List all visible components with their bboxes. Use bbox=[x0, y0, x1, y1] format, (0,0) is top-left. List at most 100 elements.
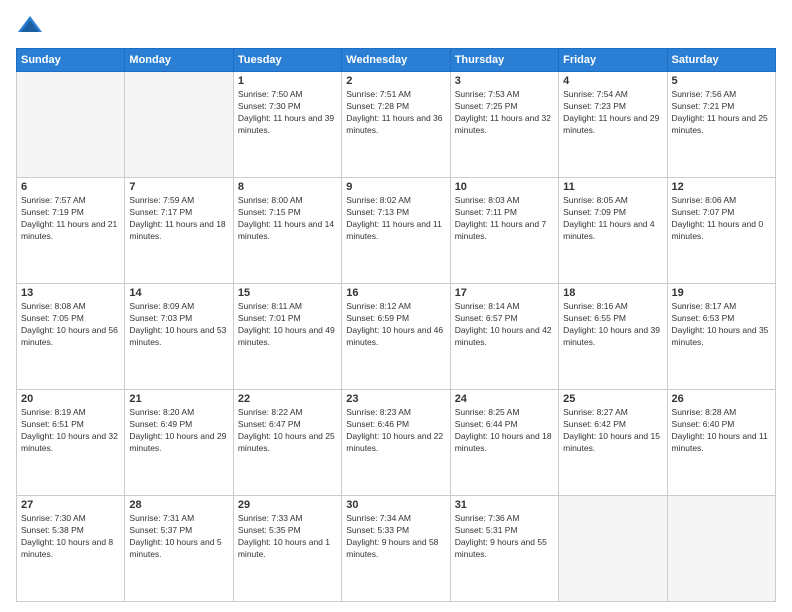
calendar-cell: 31Sunrise: 7:36 AM Sunset: 5:31 PM Dayli… bbox=[450, 496, 558, 602]
day-info: Sunrise: 8:00 AM Sunset: 7:15 PM Dayligh… bbox=[238, 195, 337, 243]
weekday-header-sunday: Sunday bbox=[17, 49, 125, 72]
day-info: Sunrise: 7:36 AM Sunset: 5:31 PM Dayligh… bbox=[455, 513, 554, 561]
day-info: Sunrise: 8:27 AM Sunset: 6:42 PM Dayligh… bbox=[563, 407, 662, 455]
calendar-cell bbox=[667, 496, 775, 602]
day-info: Sunrise: 7:53 AM Sunset: 7:25 PM Dayligh… bbox=[455, 89, 554, 137]
day-number: 13 bbox=[21, 287, 120, 299]
day-number: 5 bbox=[672, 75, 771, 87]
calendar-cell: 6 Sunrise: 7:57 AM Sunset: 7:19 PM Daylig… bbox=[17, 178, 125, 284]
day-info: Sunrise: 7:56 AM Sunset: 7:21 PM Dayligh… bbox=[672, 89, 771, 137]
day-info: Sunrise: 7:57 AM Sunset: 7:19 PM Dayligh… bbox=[21, 195, 120, 243]
weekday-header-wednesday: Wednesday bbox=[342, 49, 450, 72]
weekday-header-tuesday: Tuesday bbox=[233, 49, 341, 72]
calendar-cell: 15 Sunrise: 8:11 AM Sunset: 7:01 PM Dayli… bbox=[233, 284, 341, 390]
calendar-cell bbox=[17, 72, 125, 178]
calendar-cell: 16Sunrise: 8:12 AM Sunset: 6:59 PM Dayli… bbox=[342, 284, 450, 390]
day-number: 21 bbox=[129, 393, 228, 405]
day-info: Sunrise: 7:54 AM Sunset: 7:23 PM Dayligh… bbox=[563, 89, 662, 137]
calendar-cell: 10 Sunrise: 8:03 AM Sunset: 7:11 PM Dayli… bbox=[450, 178, 558, 284]
calendar-cell: 11Sunrise: 8:05 AM Sunset: 7:09 PM Dayli… bbox=[559, 178, 667, 284]
week-row-4: 20 Sunrise: 8:19 AM Sunset: 6:51 PM Dayli… bbox=[17, 390, 776, 496]
day-info: Sunrise: 8:23 AM Sunset: 6:46 PM Dayligh… bbox=[346, 407, 445, 455]
header bbox=[16, 12, 776, 40]
day-number: 24 bbox=[455, 393, 554, 405]
calendar-cell: 5 Sunrise: 7:56 AM Sunset: 7:21 PM Daylig… bbox=[667, 72, 775, 178]
day-number: 17 bbox=[455, 287, 554, 299]
day-number: 4 bbox=[563, 75, 662, 87]
calendar-cell: 21 Sunrise: 8:20 AM Sunset: 6:49 PM Dayli… bbox=[125, 390, 233, 496]
day-number: 26 bbox=[672, 393, 771, 405]
day-number: 9 bbox=[346, 181, 445, 193]
calendar-cell: 18 Sunrise: 8:16 AM Sunset: 6:55 PM Dayli… bbox=[559, 284, 667, 390]
week-row-5: 27 Sunrise: 7:30 AM Sunset: 5:38 PM Dayli… bbox=[17, 496, 776, 602]
day-number: 1 bbox=[238, 75, 337, 87]
day-info: Sunrise: 7:50 AM Sunset: 7:30 PM Dayligh… bbox=[238, 89, 337, 137]
calendar-cell: 28Sunrise: 7:31 AM Sunset: 5:37 PM Dayli… bbox=[125, 496, 233, 602]
day-info: Sunrise: 7:31 AM Sunset: 5:37 PM Dayligh… bbox=[129, 513, 228, 561]
weekday-header-friday: Friday bbox=[559, 49, 667, 72]
calendar-cell bbox=[125, 72, 233, 178]
day-info: Sunrise: 8:16 AM Sunset: 6:55 PM Dayligh… bbox=[563, 301, 662, 349]
calendar-cell: 17 Sunrise: 8:14 AM Sunset: 6:57 PM Dayli… bbox=[450, 284, 558, 390]
day-info: Sunrise: 8:19 AM Sunset: 6:51 PM Dayligh… bbox=[21, 407, 120, 455]
day-info: Sunrise: 8:03 AM Sunset: 7:11 PM Dayligh… bbox=[455, 195, 554, 243]
day-info: Sunrise: 7:59 AM Sunset: 7:17 PM Dayligh… bbox=[129, 195, 228, 243]
day-number: 12 bbox=[672, 181, 771, 193]
day-number: 15 bbox=[238, 287, 337, 299]
calendar-cell: 12Sunrise: 8:06 AM Sunset: 7:07 PM Dayli… bbox=[667, 178, 775, 284]
day-info: Sunrise: 8:11 AM Sunset: 7:01 PM Dayligh… bbox=[238, 301, 337, 349]
weekday-header-thursday: Thursday bbox=[450, 49, 558, 72]
calendar-cell: 29 Sunrise: 7:33 AM Sunset: 5:35 PM Dayli… bbox=[233, 496, 341, 602]
weekday-header-monday: Monday bbox=[125, 49, 233, 72]
day-info: Sunrise: 7:34 AM Sunset: 5:33 PM Dayligh… bbox=[346, 513, 445, 561]
calendar-cell: 7 Sunrise: 7:59 AM Sunset: 7:17 PM Daylig… bbox=[125, 178, 233, 284]
weekday-header-row: SundayMondayTuesdayWednesdayThursdayFrid… bbox=[17, 49, 776, 72]
day-number: 14 bbox=[129, 287, 228, 299]
calendar-cell: 14 Sunrise: 8:09 AM Sunset: 7:03 PM Dayli… bbox=[125, 284, 233, 390]
calendar-cell: 25 Sunrise: 8:27 AM Sunset: 6:42 PM Dayli… bbox=[559, 390, 667, 496]
calendar-cell: 30Sunrise: 7:34 AM Sunset: 5:33 PM Dayli… bbox=[342, 496, 450, 602]
day-info: Sunrise: 8:09 AM Sunset: 7:03 PM Dayligh… bbox=[129, 301, 228, 349]
day-number: 6 bbox=[21, 181, 120, 193]
day-number: 18 bbox=[563, 287, 662, 299]
day-number: 2 bbox=[346, 75, 445, 87]
day-number: 16 bbox=[346, 287, 445, 299]
day-info: Sunrise: 7:33 AM Sunset: 5:35 PM Dayligh… bbox=[238, 513, 337, 561]
calendar-cell bbox=[559, 496, 667, 602]
day-number: 22 bbox=[238, 393, 337, 405]
day-number: 10 bbox=[455, 181, 554, 193]
day-number: 27 bbox=[21, 499, 120, 511]
calendar-cell: 27 Sunrise: 7:30 AM Sunset: 5:38 PM Dayli… bbox=[17, 496, 125, 602]
day-info: Sunrise: 7:30 AM Sunset: 5:38 PM Dayligh… bbox=[21, 513, 120, 561]
week-row-2: 6 Sunrise: 7:57 AM Sunset: 7:19 PM Daylig… bbox=[17, 178, 776, 284]
day-number: 29 bbox=[238, 499, 337, 511]
calendar-cell: 24 Sunrise: 8:25 AM Sunset: 6:44 PM Dayli… bbox=[450, 390, 558, 496]
calendar-cell: 19 Sunrise: 8:17 AM Sunset: 6:53 PM Dayli… bbox=[667, 284, 775, 390]
day-info: Sunrise: 8:02 AM Sunset: 7:13 PM Dayligh… bbox=[346, 195, 445, 243]
day-info: Sunrise: 8:14 AM Sunset: 6:57 PM Dayligh… bbox=[455, 301, 554, 349]
day-number: 20 bbox=[21, 393, 120, 405]
calendar-cell: 26Sunrise: 8:28 AM Sunset: 6:40 PM Dayli… bbox=[667, 390, 775, 496]
day-number: 11 bbox=[563, 181, 662, 193]
day-number: 7 bbox=[129, 181, 228, 193]
day-number: 25 bbox=[563, 393, 662, 405]
calendar-cell: 1 Sunrise: 7:50 AM Sunset: 7:30 PM Daylig… bbox=[233, 72, 341, 178]
calendar-cell: 8Sunrise: 8:00 AM Sunset: 7:15 PM Daylig… bbox=[233, 178, 341, 284]
day-number: 3 bbox=[455, 75, 554, 87]
day-number: 19 bbox=[672, 287, 771, 299]
week-row-3: 13Sunrise: 8:08 AM Sunset: 7:05 PM Dayli… bbox=[17, 284, 776, 390]
calendar-cell: 20 Sunrise: 8:19 AM Sunset: 6:51 PM Dayli… bbox=[17, 390, 125, 496]
calendar-cell: 23 Sunrise: 8:23 AM Sunset: 6:46 PM Dayli… bbox=[342, 390, 450, 496]
day-info: Sunrise: 8:25 AM Sunset: 6:44 PM Dayligh… bbox=[455, 407, 554, 455]
day-number: 23 bbox=[346, 393, 445, 405]
day-info: Sunrise: 8:17 AM Sunset: 6:53 PM Dayligh… bbox=[672, 301, 771, 349]
day-info: Sunrise: 8:20 AM Sunset: 6:49 PM Dayligh… bbox=[129, 407, 228, 455]
page: SundayMondayTuesdayWednesdayThursdayFrid… bbox=[0, 0, 792, 612]
calendar-cell: 9 Sunrise: 8:02 AM Sunset: 7:13 PM Daylig… bbox=[342, 178, 450, 284]
calendar-cell: 2Sunrise: 7:51 AM Sunset: 7:28 PM Daylig… bbox=[342, 72, 450, 178]
calendar-cell: 13Sunrise: 8:08 AM Sunset: 7:05 PM Dayli… bbox=[17, 284, 125, 390]
calendar-cell: 22Sunrise: 8:22 AM Sunset: 6:47 PM Dayli… bbox=[233, 390, 341, 496]
calendar-cell: 3 Sunrise: 7:53 AM Sunset: 7:25 PM Daylig… bbox=[450, 72, 558, 178]
week-row-1: 1 Sunrise: 7:50 AM Sunset: 7:30 PM Daylig… bbox=[17, 72, 776, 178]
calendar-cell: 4 Sunrise: 7:54 AM Sunset: 7:23 PM Daylig… bbox=[559, 72, 667, 178]
